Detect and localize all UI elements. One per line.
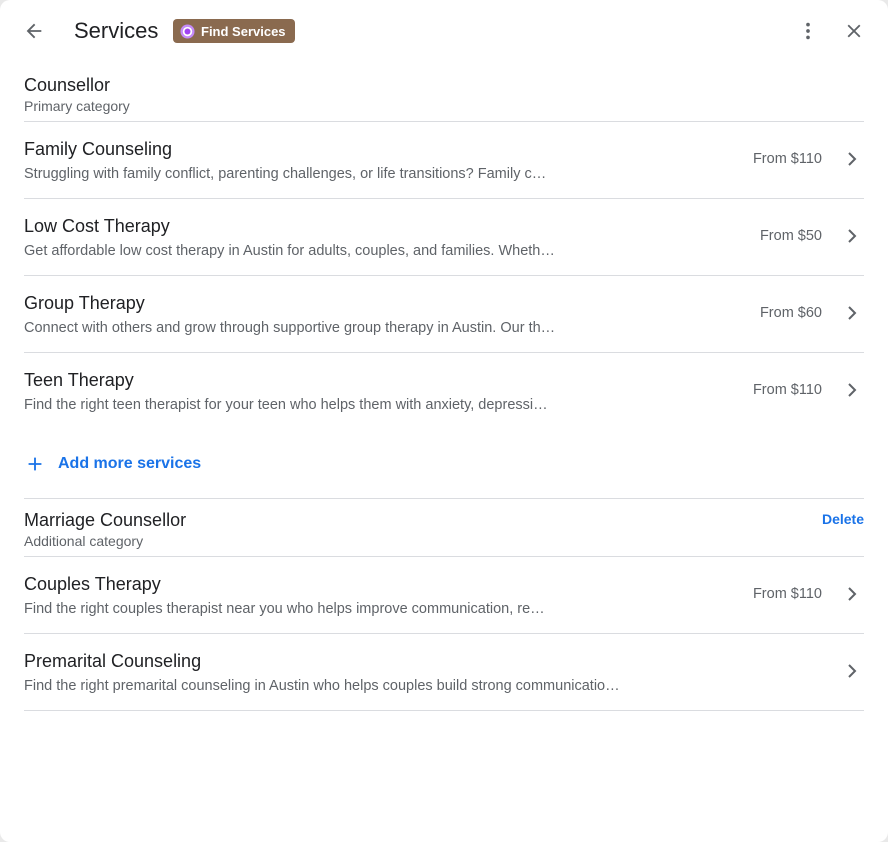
- service-description: Find the right premarital counseling in …: [24, 678, 620, 694]
- service-row-premarital-counseling[interactable]: Premarital Counseling Find the right pre…: [24, 634, 864, 711]
- category-name: Marriage Counsellor: [24, 510, 187, 530]
- service-description: Get affordable low cost therapy in Austi…: [24, 243, 555, 259]
- add-more-services-button[interactable]: Add more services: [24, 429, 864, 499]
- chevron-right-icon: [844, 660, 860, 682]
- find-services-label: Find Services: [201, 23, 286, 39]
- service-price: From $110: [752, 586, 822, 602]
- service-price: From $50: [759, 228, 822, 244]
- arrow-back-icon: [26, 23, 42, 39]
- category-subtitle: Additional category: [24, 533, 144, 549]
- find-services-badge[interactable]: Find Services: [173, 19, 295, 43]
- plus-icon: [24, 453, 46, 475]
- back-button[interactable]: [16, 13, 52, 49]
- service-name: Premarital Counseling: [24, 651, 202, 671]
- services-dialog: Services Find Services Counsellor Primar…: [0, 0, 888, 842]
- service-price: From $60: [759, 305, 822, 321]
- service-row-teen-therapy[interactable]: Teen Therapy Find the right teen therapi…: [24, 353, 864, 429]
- close-icon: [847, 24, 861, 38]
- chevron-right-icon: [844, 379, 860, 401]
- services-content: Counsellor Primary category Family Couns…: [24, 64, 864, 711]
- service-name: Family Counseling: [24, 139, 173, 159]
- more-vertical-icon: [806, 22, 810, 40]
- additional-category-header: Marriage Counsellor Additional category …: [24, 499, 864, 557]
- page-title: Services: [74, 18, 159, 43]
- delete-category-button[interactable]: Delete: [822, 511, 864, 527]
- service-description: Find the right couples therapist near yo…: [24, 601, 545, 617]
- chevron-right-icon: [844, 583, 860, 605]
- more-options-button[interactable]: [790, 13, 826, 49]
- chevron-right-icon: [844, 148, 860, 170]
- service-name: Couples Therapy: [24, 574, 161, 594]
- close-button[interactable]: [836, 13, 872, 49]
- chevron-right-icon: [844, 225, 860, 247]
- service-row-couples-therapy[interactable]: Couples Therapy Find the right couples t…: [24, 557, 864, 634]
- dialog-header: Services Find Services: [0, 0, 888, 64]
- service-price: From $110: [752, 382, 822, 398]
- service-description: Connect with others and grow through sup…: [24, 320, 556, 336]
- service-name: Group Therapy: [24, 293, 145, 313]
- primary-category-header: Counsellor Primary category: [24, 64, 864, 122]
- service-description: Find the right teen therapist for your t…: [24, 397, 548, 413]
- service-name: Teen Therapy: [24, 370, 134, 390]
- service-description: Struggling with family conflict, parenti…: [24, 166, 547, 182]
- add-more-services-label: Add more services: [58, 454, 202, 472]
- service-row-low-cost-therapy[interactable]: Low Cost Therapy Get affordable low cost…: [24, 199, 864, 276]
- category-subtitle: Primary category: [24, 98, 130, 114]
- category-name: Counsellor: [24, 75, 111, 95]
- find-services-icon: [180, 23, 195, 39]
- chevron-right-icon: [844, 302, 860, 324]
- service-row-group-therapy[interactable]: Group Therapy Connect with others and gr…: [24, 276, 864, 353]
- service-price: From $110: [752, 151, 822, 167]
- service-name: Low Cost Therapy: [24, 216, 170, 236]
- service-row-family-counseling[interactable]: Family Counseling Struggling with family…: [24, 122, 864, 199]
